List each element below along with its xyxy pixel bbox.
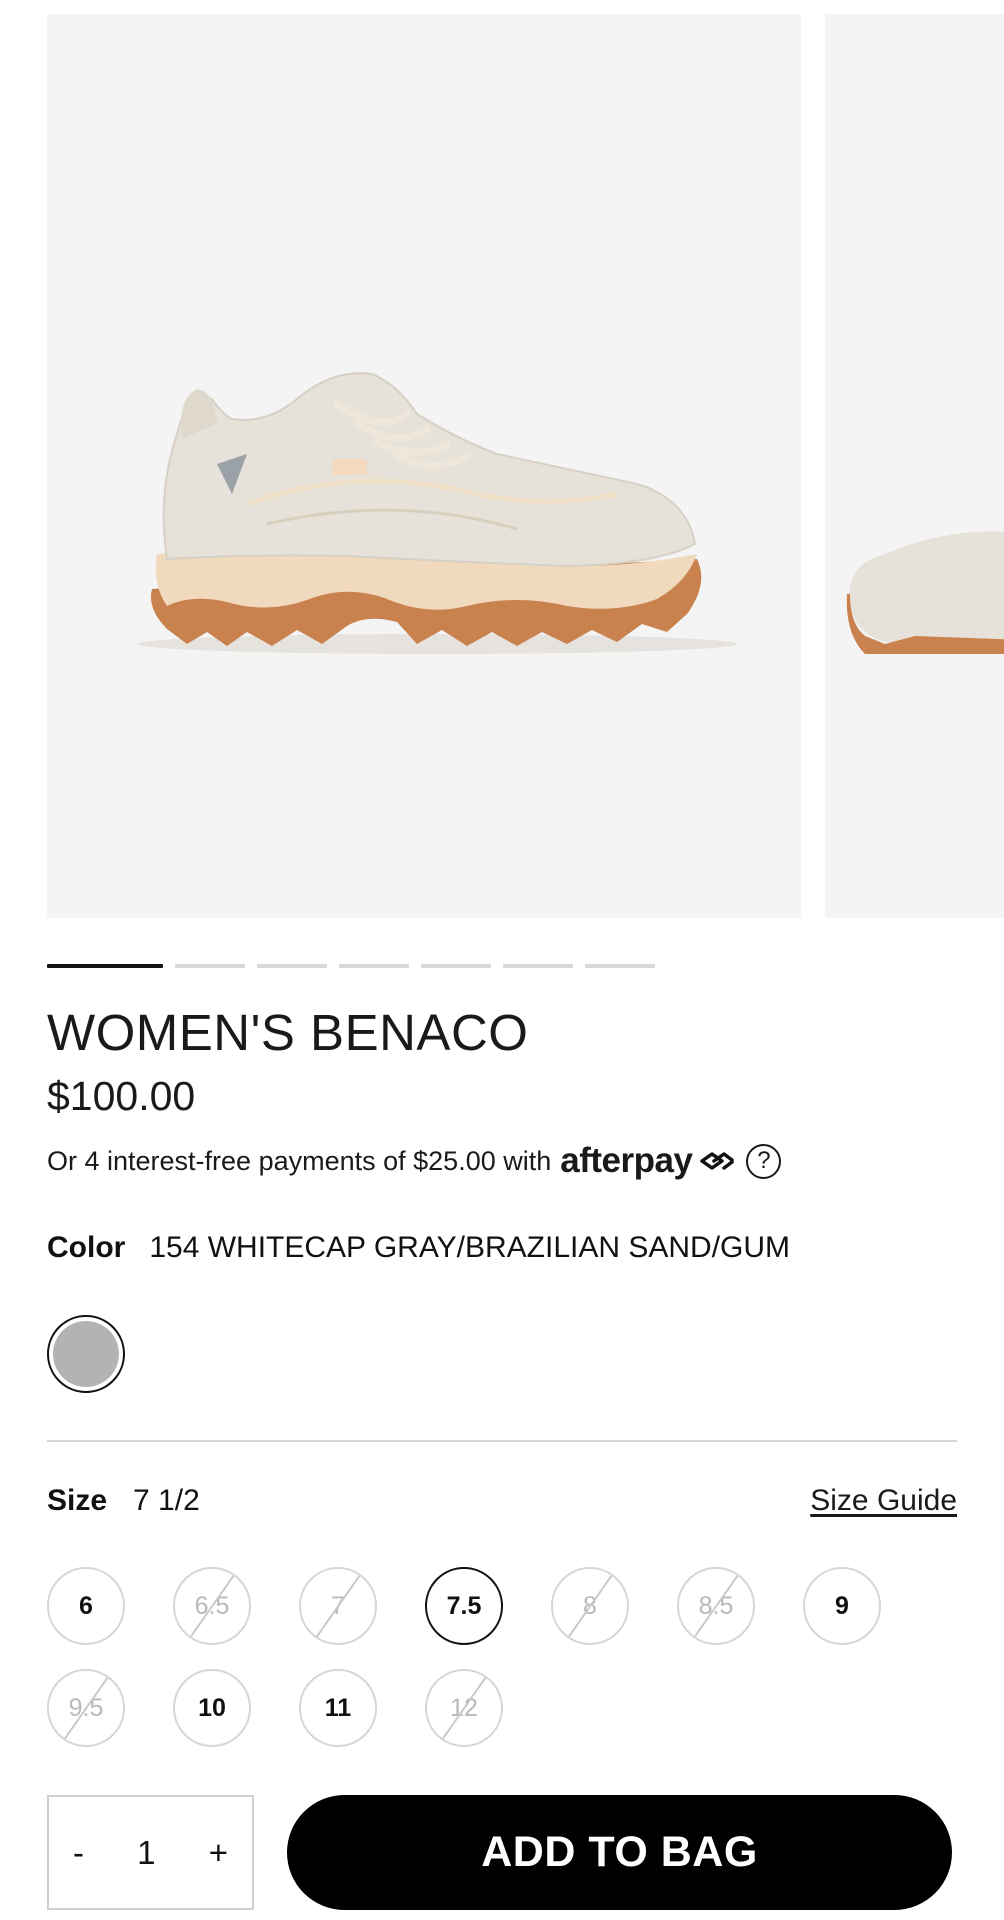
size-option-9-5[interactable]: 9.5 xyxy=(47,1669,125,1747)
afterpay-logo: afterpay xyxy=(560,1141,693,1180)
quantity-decrease-button[interactable]: - xyxy=(73,1834,84,1872)
carousel-indicator xyxy=(47,964,655,968)
afterpay-text: Or 4 interest-free payments of $25.00 wi… xyxy=(47,1145,552,1176)
product-title: WOMEN'S BENACO xyxy=(47,1004,529,1061)
product-image-gallery[interactable] xyxy=(0,0,1004,930)
color-swatch[interactable] xyxy=(47,1315,125,1393)
carousel-dot[interactable] xyxy=(339,964,409,968)
carousel-dot[interactable] xyxy=(585,964,655,968)
size-option-7-5[interactable]: 7.5 xyxy=(425,1567,503,1645)
carousel-dot[interactable] xyxy=(175,964,245,968)
size-guide-link[interactable]: Size Guide xyxy=(810,1484,957,1518)
color-selector-header: Color 154 WHITECAP GRAY/BRAZILIAN SAND/G… xyxy=(47,1231,790,1265)
size-option-9[interactable]: 9 xyxy=(803,1567,881,1645)
size-option-6[interactable]: 6 xyxy=(47,1567,125,1645)
size-option-8-5[interactable]: 8.5 xyxy=(677,1567,755,1645)
size-option-6-5[interactable]: 6.5 xyxy=(173,1567,251,1645)
color-swatch-fill xyxy=(53,1321,119,1387)
carousel-dot[interactable] xyxy=(503,964,573,968)
quantity-value: 1 xyxy=(137,1833,156,1871)
carousel-dot[interactable] xyxy=(257,964,327,968)
add-to-bag-button[interactable]: ADD TO BAG xyxy=(287,1795,952,1910)
product-image-next[interactable] xyxy=(825,14,1004,918)
color-value: 154 WHITECAP GRAY/BRAZILIAN SAND/GUM xyxy=(149,1231,791,1264)
quantity-stepper: - 1 + xyxy=(47,1795,254,1910)
quantity-increase-button[interactable]: + xyxy=(209,1834,228,1872)
size-option-10[interactable]: 10 xyxy=(173,1669,251,1747)
size-selector-header: Size 7 1/2 xyxy=(47,1484,200,1518)
carousel-dot[interactable] xyxy=(47,964,163,968)
afterpay-arrows-icon xyxy=(696,1146,736,1176)
carousel-dot[interactable] xyxy=(421,964,491,968)
help-icon[interactable]: ? xyxy=(746,1143,782,1179)
product-price: $100.00 xyxy=(47,1073,196,1119)
size-option-7[interactable]: 7 xyxy=(299,1567,377,1645)
size-value: 7 1/2 xyxy=(133,1484,200,1517)
product-image-main[interactable] xyxy=(47,14,801,918)
color-label: Color xyxy=(47,1231,126,1264)
size-option-12[interactable]: 12 xyxy=(425,1669,503,1747)
afterpay-message: Or 4 interest-free payments of $25.00 wi… xyxy=(47,1141,782,1181)
sneaker-image-icon xyxy=(846,531,1004,654)
size-label: Size xyxy=(47,1484,108,1517)
size-option-8[interactable]: 8 xyxy=(551,1567,629,1645)
divider xyxy=(47,1440,957,1442)
sneaker-image-icon xyxy=(137,372,737,654)
size-option-11[interactable]: 11 xyxy=(299,1669,377,1747)
